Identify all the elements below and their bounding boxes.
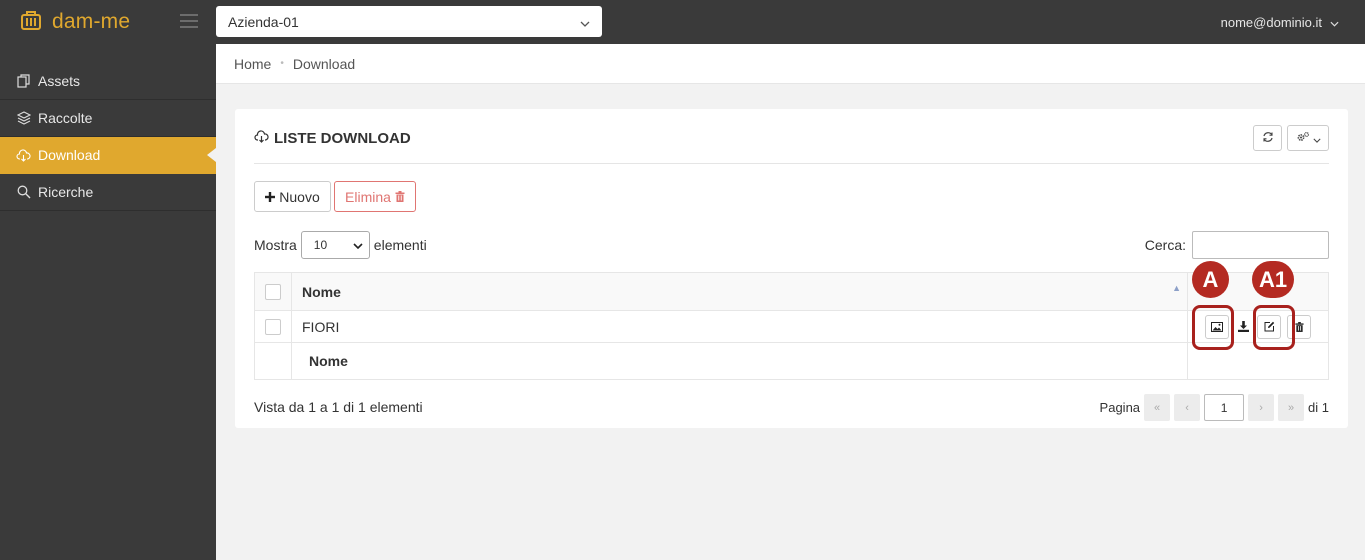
trash-icon [395, 189, 405, 205]
sidebar-item-label: Raccolte [38, 110, 93, 126]
search-label: Cerca: [1144, 237, 1186, 253]
cloud-download-icon [16, 148, 31, 163]
download-lists-table: Nome ▲ A A1 FIORI Nome [254, 261, 1329, 380]
chevron-down-icon [1330, 15, 1339, 30]
row-checkbox[interactable] [265, 318, 281, 335]
page-length-control: Mostra 10 elementi [254, 231, 427, 259]
panel-title-text: LISTE DOWNLOAD [274, 130, 411, 147]
row-select-cell [255, 311, 292, 342]
select-all-cell [255, 273, 292, 310]
menu-toggle-icon[interactable] [180, 14, 198, 28]
sidebar-item-download[interactable]: Download [0, 137, 216, 174]
page-length-value: 10 [313, 238, 328, 252]
sort-asc-icon: ▲ [1172, 283, 1181, 293]
breadcrumb-separator: • [280, 58, 284, 69]
table-info: Vista da 1 a 1 di 1 elementi [254, 399, 423, 415]
sidebar-item-label: Assets [38, 73, 81, 89]
user-menu[interactable]: nome@dominio.it [1221, 15, 1339, 30]
column-footer-nome: Nome [292, 343, 1188, 379]
chevron-down-icon [1312, 130, 1321, 146]
sidebar-item-raccolte[interactable]: Raccolte [0, 100, 216, 137]
sidebar-item-ricerche[interactable]: Ricerche [0, 174, 216, 211]
panel-divider [254, 163, 1329, 164]
search-icon [16, 185, 31, 200]
brand-logo[interactable]: dam-me [20, 9, 130, 35]
row-actions-cell [1188, 305, 1328, 350]
company-select-value: Azienda-01 [228, 13, 299, 30]
select-all-checkbox[interactable] [265, 283, 281, 300]
sidebar-item-label: Ricerche [38, 184, 94, 200]
row-name-cell: FIORI [292, 311, 1188, 342]
annotation-marker-a1: A1 [1252, 261, 1294, 298]
table-search: Cerca: [1145, 231, 1329, 259]
last-page-button[interactable]: » [1278, 394, 1305, 421]
search-input[interactable] [1192, 231, 1329, 259]
brand-logo-icon [20, 10, 42, 35]
gears-icon [1296, 130, 1310, 146]
layers-icon [16, 111, 31, 126]
total-pages: di 1 [1308, 400, 1329, 415]
page-label: Pagina [1099, 400, 1141, 415]
chevron-down-icon [353, 238, 363, 252]
cloud-download-icon [254, 130, 269, 147]
pagination: Pagina « ‹ 1 › » di 1 [1100, 394, 1329, 421]
table-footer-row: Nome [255, 343, 1328, 379]
column-footer-label: Nome [309, 353, 348, 369]
breadcrumb-home-link[interactable]: Home [234, 56, 271, 72]
next-page-button[interactable]: › [1248, 394, 1275, 421]
page-length-select[interactable]: 10 [300, 231, 370, 259]
table-header-row: Nome ▲ A A1 [255, 261, 1328, 311]
footer-actions-cell [1188, 343, 1328, 379]
breadcrumb-current: Download [292, 55, 356, 72]
trash-icon [1294, 319, 1304, 335]
column-header-label: Nome [302, 283, 341, 300]
top-navbar: dam-me Azienda-01 nome@dominio.it [0, 0, 1365, 44]
files-icon [16, 74, 31, 89]
plus-icon [265, 189, 276, 205]
show-label: Mostra [254, 237, 297, 253]
brand-name: dam-me [52, 10, 131, 33]
page-number-input[interactable]: 1 [1204, 394, 1245, 421]
first-page-button[interactable]: « [1144, 394, 1171, 421]
download-button[interactable] [1235, 315, 1251, 339]
breadcrumb: Home • Download [216, 44, 1365, 84]
table-row[interactable]: FIORI [255, 305, 1328, 350]
delete-button-label: Elimina [345, 188, 391, 205]
download-icon [1237, 319, 1249, 335]
entries-label: elementi [373, 237, 427, 253]
settings-dropdown-button[interactable] [1287, 125, 1329, 151]
panel-tools [1253, 125, 1329, 151]
delete-button[interactable]: Elimina [334, 181, 416, 212]
company-select[interactable]: Azienda-01 [216, 6, 602, 37]
prev-page-button[interactable]: ‹ [1174, 394, 1201, 421]
column-header-nome[interactable]: Nome ▲ [292, 273, 1188, 310]
chevron-down-icon [580, 14, 590, 30]
annotation-marker-a: A [1192, 261, 1229, 298]
sidebar-item-assets[interactable]: Assets [0, 63, 216, 100]
user-email: nome@dominio.it [1220, 15, 1322, 30]
refresh-button[interactable] [1253, 125, 1282, 151]
row-name: FIORI [302, 318, 340, 335]
sidebar-item-label: Download [38, 147, 101, 163]
refresh-icon [1262, 130, 1274, 146]
footer-check-cell [255, 343, 292, 379]
sidebar: Assets Raccolte Download Ricerche [0, 44, 216, 560]
panel-title: LISTE DOWNLOAD [254, 130, 411, 147]
new-button[interactable]: Nuovo [254, 181, 331, 212]
new-button-label: Nuovo [279, 188, 320, 205]
download-lists-panel: LISTE DOWNLOAD Nuovo Elimina Mostra 10 e… [235, 109, 1348, 428]
